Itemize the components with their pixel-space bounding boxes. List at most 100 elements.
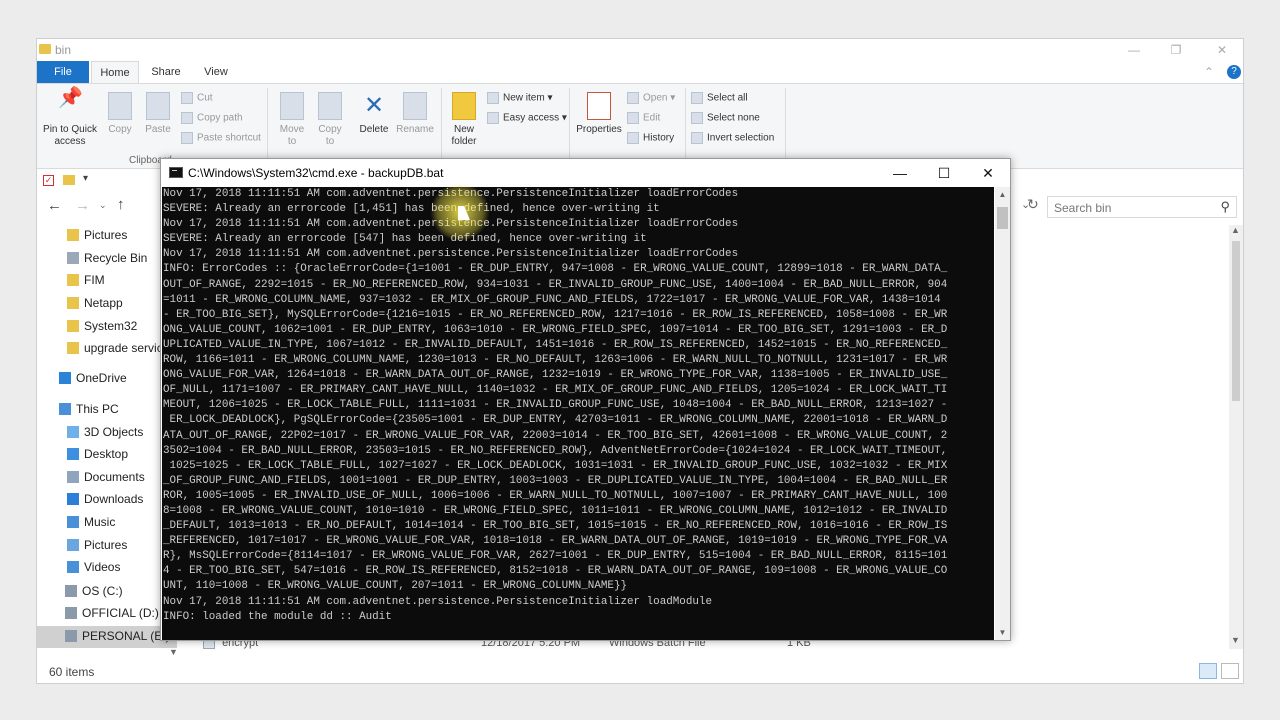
recent-locations-icon[interactable]: ⌄ [99,200,107,211]
pin-to-quick-access-button[interactable]: 📌 Pin to Quick access [41,88,99,148]
explorer-titlebar: bin — ❐ ✕ [37,39,1243,61]
copy-path-button[interactable]: Copy path [181,112,243,124]
copy-to-label: Copy to [318,124,342,147]
sidebar-item-label: Netapp [84,296,123,310]
console-line: ATA_OUT_OF_RANGE, 22P02=1017 - ER_WRONG_… [163,429,948,442]
sidebar-item-label: Downloads [84,492,144,506]
cut-button[interactable]: Cut [181,92,213,104]
open-label: Open [643,92,668,104]
cmd-minimize-icon[interactable]: — [878,159,922,187]
console-line: ROW, 1166=1011 - ER_WRONG_COLUMN_NAME, 1… [163,354,948,367]
restore-icon[interactable]: ❐ [1161,41,1191,59]
sidebar-item[interactable]: OneDrive [37,368,177,390]
sidebar-item[interactable]: Desktop [37,444,177,466]
console-line: INFO: ErrorCodes :: {OracleErrorCode={1=… [163,263,948,276]
sidebar-item[interactable]: PERSONAL (E:) [37,626,177,648]
ribbon-divider [569,88,570,164]
customize-qat-icon[interactable]: ▾ [83,173,88,184]
folder-icon [39,44,51,54]
move-to-button[interactable]: Move to [275,92,309,148]
paste-button[interactable]: Paste [141,92,175,136]
copy-to-button[interactable]: Copy to [313,92,347,148]
tab-home[interactable]: Home [91,61,139,83]
sidebar-item[interactable]: 3D Objects [37,422,177,444]
copy-label: Copy [108,124,132,135]
up-arrow-icon[interactable]: ↑ [117,196,125,213]
sidebar-item[interactable]: FIM [37,270,177,292]
status-bar: 60 items [37,659,1243,683]
sidebar-item[interactable]: upgrade service [37,338,177,360]
console-line: MEOUT, 1206=1025 - ER_LOCK_TABLE_FULL, 1… [163,399,948,412]
sidebar-item[interactable]: Videos [37,557,177,579]
sidebar-item[interactable]: OS (C:) [37,581,177,603]
scroll-thumb[interactable] [1232,241,1240,401]
cmd-scroll-thumb[interactable] [997,207,1008,229]
properties-check-icon[interactable]: ✓ [43,175,54,186]
properties-button[interactable]: Properties [575,92,623,136]
paste-icon [146,92,170,120]
select-none-button[interactable]: Select none [691,112,760,124]
folder-icon [67,320,79,332]
sidebar-item[interactable]: Pictures [37,225,177,247]
close-icon[interactable]: ✕ [1207,41,1237,59]
forward-arrow-icon[interactable]: → [75,197,90,214]
cmd-window[interactable]: C:\Windows\System32\cmd.exe - backupDB.b… [160,158,1011,641]
invert-selection-button[interactable]: Invert selection [691,132,774,144]
file-list-scrollbar[interactable]: ▲ ▼ [1229,225,1243,649]
details-view-icon[interactable] [1199,663,1217,679]
cmd-scroll-up-icon[interactable]: ▲ [995,187,1010,202]
search-icon[interactable]: ⚲ [1220,199,1230,215]
sidebar-item[interactable]: Pictures [37,535,177,557]
search-input[interactable]: Search bin [1054,201,1111,215]
scroll-up-icon[interactable]: ▲ [1231,225,1240,235]
cmd-titlebar[interactable]: C:\Windows\System32\cmd.exe - backupDB.b… [161,159,1010,187]
console-line: OF_NULL, 1171=1007 - ER_PRIMARY_CANT_HAV… [163,384,948,397]
sidebar-item[interactable]: System32 [37,316,177,338]
rename-button[interactable]: Rename [395,92,435,136]
help-icon[interactable]: ? [1227,65,1241,79]
search-box[interactable]: Search bin ⚲ [1047,196,1237,218]
new-item-icon [487,92,499,104]
tab-view[interactable]: View [193,61,239,83]
refresh-icon[interactable]: ↻ [1027,196,1039,213]
easy-access-icon [487,112,499,124]
cmd-maximize-icon[interactable]: ☐ [922,159,966,187]
pictures-icon [67,539,79,551]
sidebar-item[interactable]: Downloads [37,489,177,511]
edit-button[interactable]: Edit [627,112,660,124]
history-button[interactable]: History [627,132,674,144]
new-folder-qat-icon[interactable] [63,175,75,185]
sidebar-scroll-down-icon[interactable]: ▼ [169,647,178,657]
back-arrow-icon[interactable]: ← [47,197,62,214]
folder-icon [67,274,79,286]
easy-access-button[interactable]: Easy access ▾ [487,112,567,124]
select-all-button[interactable]: Select all [691,92,748,104]
delete-button[interactable]: ✕ Delete [355,92,393,136]
large-icons-view-icon[interactable] [1221,663,1239,679]
minimize-icon[interactable]: — [1119,41,1149,59]
copy-icon [108,92,132,120]
tab-file[interactable]: File [37,61,89,83]
drive-icon [65,585,77,597]
open-button[interactable]: Open ▾ [627,92,675,104]
scroll-down-icon[interactable]: ▼ [1231,635,1240,645]
history-label: History [643,132,675,144]
sidebar-item[interactable]: This PC [37,399,177,421]
move-to-label: Move to [279,124,305,147]
collapse-ribbon-icon[interactable]: ⌃ [1201,63,1217,81]
cmd-scroll-down-icon[interactable]: ▼ [995,625,1010,640]
cmd-icon [169,167,183,178]
sidebar-item[interactable]: Netapp [37,293,177,315]
sidebar-item[interactable]: Music [37,512,177,534]
new-folder-button[interactable]: New folder [447,92,481,148]
tab-share[interactable]: Share [143,61,189,83]
copy-button[interactable]: Copy [103,92,137,136]
sidebar-item[interactable]: Documents [37,467,177,489]
cmd-scrollbar[interactable]: ▲ ▼ [995,187,1010,640]
new-item-button[interactable]: New item ▾ [487,92,553,104]
console-output[interactable]: Nov 17, 2018 11:11:51 AM com.adventnet.p… [162,187,994,640]
cmd-close-icon[interactable]: ✕ [966,159,1010,187]
sidebar-item[interactable]: OFFICIAL (D:) [37,603,177,625]
paste-shortcut-button[interactable]: Paste shortcut [181,132,261,144]
sidebar-item[interactable]: Recycle Bin [37,248,177,270]
